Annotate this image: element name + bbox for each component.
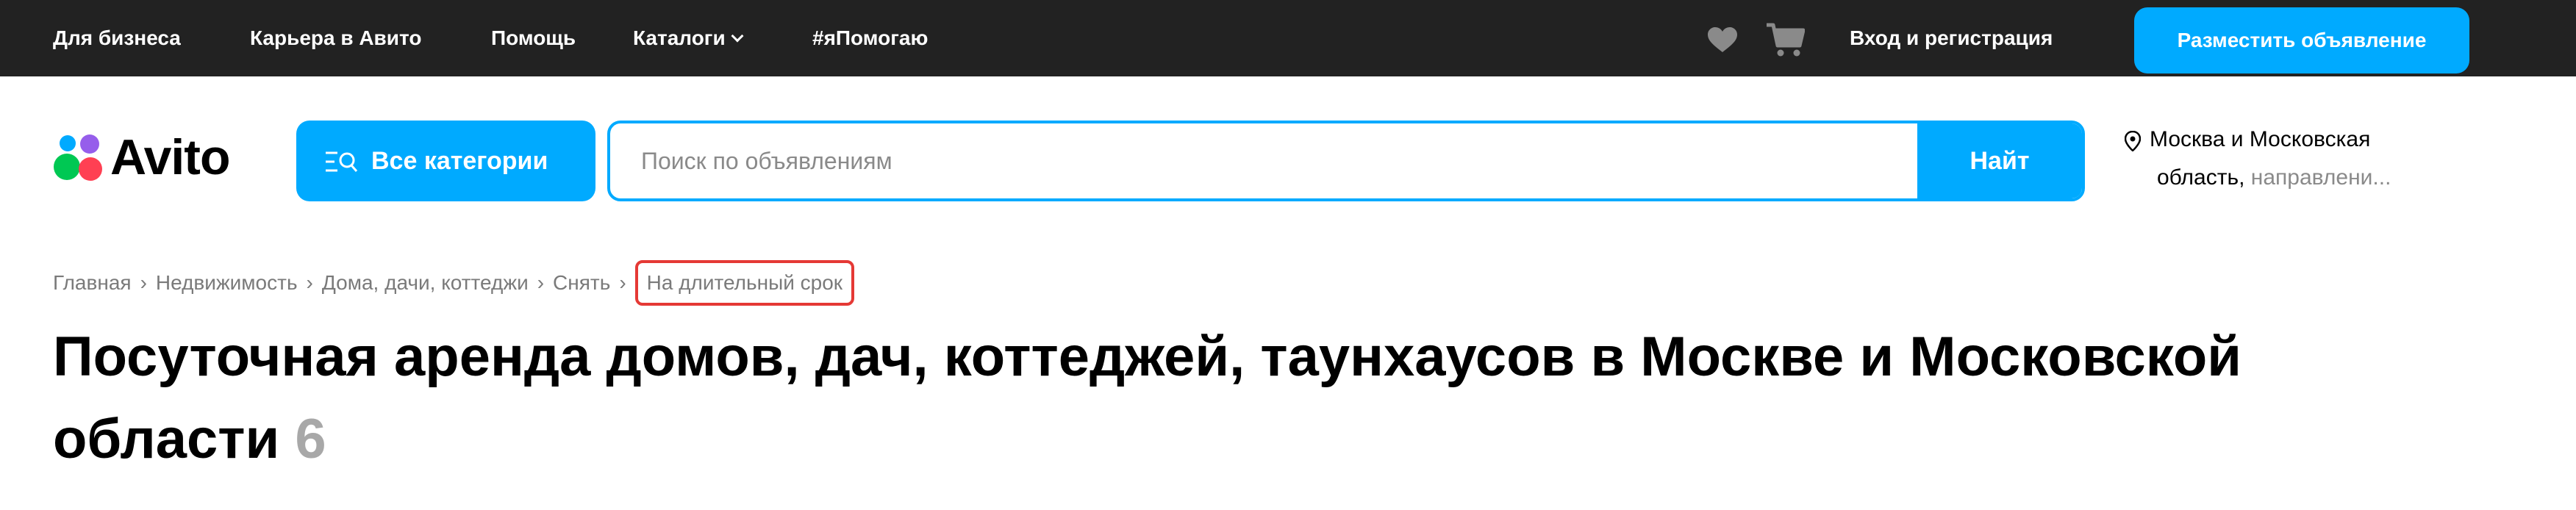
cart-icon[interactable] [1767, 22, 1805, 57]
login-link[interactable]: Вход и регистрация [1850, 0, 2053, 76]
heart-icon[interactable] [1707, 27, 1738, 54]
top-nav-bar: Для бизнеса Карьера в Авито Помощь Катал… [0, 0, 2576, 76]
nav-link-help[interactable]: Помощь [491, 0, 576, 76]
breadcrumb-long-term[interactable]: На длительный срок [634, 260, 855, 306]
nav-link-business[interactable]: Для бизнеса [53, 0, 181, 76]
location-region-second-line: область, направлени... [2157, 160, 2391, 195]
breadcrumb-home[interactable]: Главная [53, 265, 132, 301]
location-pin-icon [2125, 131, 2141, 151]
all-categories-button[interactable]: Все категории [296, 121, 595, 201]
breadcrumb-houses[interactable]: Дома, дачи, коттеджи [322, 265, 529, 301]
breadcrumb: Главная › Недвижимость › Дома, дачи, коттедж… [53, 260, 855, 306]
breadcrumb-rent[interactable]: Снять [553, 265, 610, 301]
page-title: Посуточная аренда домов, дач, коттеджей,… [53, 316, 2479, 481]
page-title-text: Посуточная аренда домов, дач, коттеджей,… [53, 326, 2242, 470]
breadcrumb-separator-icon: › [537, 271, 545, 294]
location-region-tail: область, [2157, 165, 2245, 190]
all-categories-label: Все категории [371, 147, 548, 175]
nav-link-career[interactable]: Карьера в Авито [250, 0, 421, 76]
logo-text: Avito [110, 129, 230, 185]
search-button[interactable]: Найт [1917, 123, 2082, 198]
page: Для бизнеса Карьера в Авито Помощь Катал… [0, 0, 2576, 510]
breadcrumb-separator-icon: › [306, 271, 313, 294]
breadcrumb-real-estate[interactable]: Недвижимость [156, 265, 298, 301]
avito-logo-icon [54, 134, 102, 181]
post-ad-button[interactable]: Разместить объявление [2134, 7, 2469, 73]
results-count: 6 [295, 408, 326, 470]
breadcrumb-separator-icon: › [140, 271, 147, 294]
nav-link-ya-pomogayu[interactable]: #яПомогаю [812, 0, 928, 76]
nav-link-catalogs-label: Каталоги [633, 26, 726, 49]
search-input[interactable] [610, 123, 1908, 198]
chevron-down-icon [731, 29, 744, 43]
nav-link-catalogs[interactable]: Каталоги [633, 0, 744, 76]
search-bar: Найт [607, 121, 2085, 201]
location-region: Москва и Московская [2150, 127, 2371, 151]
location-direction: направлени... [2250, 165, 2391, 190]
breadcrumb-separator-icon: › [619, 271, 626, 294]
categories-search-icon [326, 151, 358, 172]
